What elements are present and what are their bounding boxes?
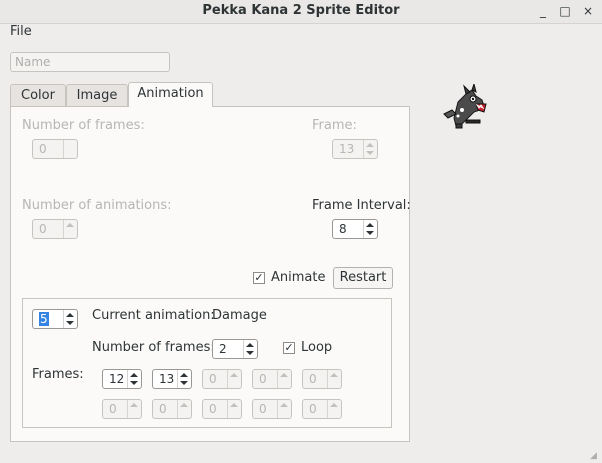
frame-spinbox-7[interactable]: 0: [152, 399, 192, 419]
tab-image[interactable]: Image: [66, 84, 128, 106]
frame-interval-spinbox[interactable]: 8: [332, 219, 378, 239]
tab-color[interactable]: Color: [10, 84, 66, 106]
sprite-creature-icon: [436, 82, 492, 132]
frame-spinbox-8[interactable]: 0: [202, 399, 242, 419]
num-animations-spinbox[interactable]: 0: [32, 219, 78, 239]
frame-spinbox-5[interactable]: 0: [302, 369, 342, 389]
name-placeholder: Name: [15, 55, 51, 69]
menu-bar: [0, 23, 602, 42]
tab-animation[interactable]: Animation: [128, 82, 213, 107]
minimize-icon[interactable]: _: [535, 4, 551, 19]
frame-spinbox[interactable]: 13: [332, 139, 378, 159]
frame-interval-label: Frame Interval:: [312, 198, 411, 213]
frame-spinbox-4[interactable]: 0: [252, 369, 292, 389]
frame-spinbox-2[interactable]: 13: [152, 369, 192, 389]
frames-label: Frames:: [32, 367, 84, 382]
frame-spinbox-6[interactable]: 0: [102, 399, 142, 419]
resize-grip-icon[interactable]: ◢: [590, 451, 600, 461]
num-frames-label: Number of frames:: [22, 118, 145, 133]
restart-button[interactable]: Restart: [333, 267, 393, 289]
frame-spinbox-1[interactable]: 12: [102, 369, 142, 389]
anim-num-frames-spinbox[interactable]: 2: [212, 339, 258, 359]
anim-num-frames-label: Number of frames:: [92, 340, 215, 355]
current-animation-value: Damage: [212, 308, 267, 323]
loop-checkbox[interactable]: ✓: [283, 342, 295, 354]
num-frames-spinbox[interactable]: 0: [32, 139, 78, 159]
frame-spinbox-3[interactable]: 0: [202, 369, 242, 389]
num-animations-label: Number of animations:: [22, 198, 172, 213]
maximize-icon[interactable]: □: [557, 4, 573, 19]
animate-label: Animate: [271, 270, 326, 285]
window-title: Pekka Kana 2 Sprite Editor: [202, 3, 400, 18]
current-animation-label: Current animation:: [92, 308, 215, 323]
close-icon[interactable]: ×: [580, 4, 596, 19]
loop-label: Loop: [301, 340, 333, 355]
menu-file[interactable]: File: [10, 24, 32, 39]
animation-index-spinbox[interactable]: 5: [32, 309, 78, 329]
frame-spinbox-10[interactable]: 0: [302, 399, 342, 419]
frame-label: Frame:: [312, 118, 357, 133]
animate-checkbox[interactable]: ✓: [253, 272, 265, 284]
frame-spinbox-9[interactable]: 0: [252, 399, 292, 419]
